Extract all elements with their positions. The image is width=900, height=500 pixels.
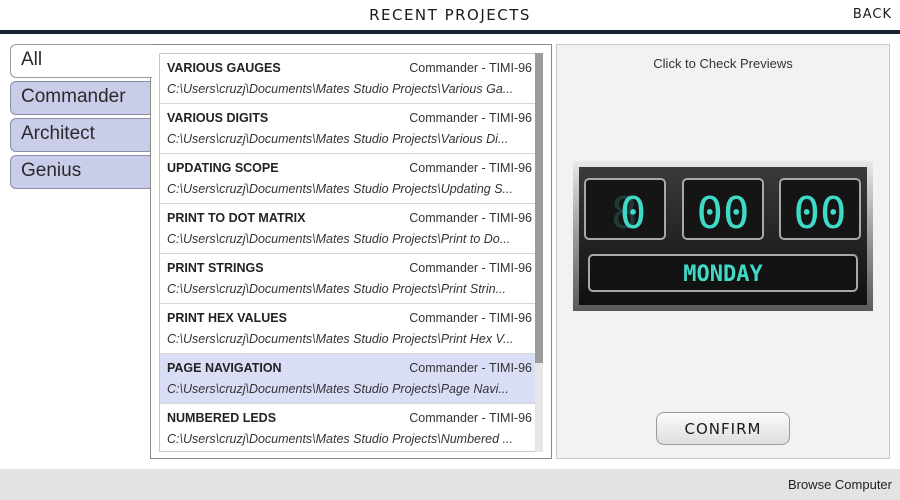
page-title: RECENT PROJECTS <box>369 6 531 24</box>
project-row[interactable]: UPDATING SCOPE Commander - TIMI-96 C:\Us… <box>160 154 539 204</box>
confirm-button[interactable]: CONFIRM <box>656 412 790 445</box>
project-row[interactable]: PRINT TO DOT MATRIX Commander - TIMI-96 … <box>160 204 539 254</box>
project-path: C:\Users\cruzj\Documents\Mates Studio Pr… <box>167 232 511 246</box>
project-device: Commander - TIMI-96 <box>409 111 532 125</box>
project-path: C:\Users\cruzj\Documents\Mates Studio Pr… <box>167 282 506 296</box>
project-row[interactable]: VARIOUS DIGITS Commander - TIMI-96 C:\Us… <box>160 104 539 154</box>
project-path: C:\Users\cruzj\Documents\Mates Studio Pr… <box>167 82 514 96</box>
project-row[interactable]: NUMBERED LEDS Commander - TIMI-96 C:\Use… <box>160 404 539 451</box>
header-divider <box>0 30 900 34</box>
minutes-digits: 00 <box>697 188 750 239</box>
project-row[interactable]: PRINT STRINGS Commander - TIMI-96 C:\Use… <box>160 254 539 304</box>
list-scrollbar[interactable] <box>535 53 543 452</box>
project-path: C:\Users\cruzj\Documents\Mates Studio Pr… <box>167 432 513 446</box>
project-name: VARIOUS DIGITS <box>167 111 269 125</box>
project-path: C:\Users\cruzj\Documents\Mates Studio Pr… <box>167 132 509 146</box>
project-row[interactable]: VARIOUS GAUGES Commander - TIMI-96 C:\Us… <box>160 54 539 104</box>
preview-panel: Click to Check Previews 8 0 00 00 MONDAY… <box>556 44 890 459</box>
project-list-panel: VARIOUS GAUGES Commander - TIMI-96 C:\Us… <box>150 44 552 459</box>
project-name: UPDATING SCOPE <box>167 161 279 175</box>
tab-all[interactable]: All <box>10 44 152 78</box>
project-device: Commander - TIMI-96 <box>409 61 532 75</box>
project-name: PRINT STRINGS <box>167 261 264 275</box>
project-row-selected[interactable]: PAGE NAVIGATION Commander - TIMI-96 C:\U… <box>160 354 539 404</box>
project-name: NUMBERED LEDS <box>167 411 277 425</box>
filter-tabs: All Commander Architect Genius <box>10 44 152 192</box>
project-device: Commander - TIMI-96 <box>409 411 532 425</box>
project-device: Commander - TIMI-96 <box>409 361 532 375</box>
seconds-digits: 00 <box>794 188 847 239</box>
browse-computer-link[interactable]: Browse Computer <box>788 477 892 492</box>
hours-digit: 0 <box>620 188 647 239</box>
project-name: PRINT TO DOT MATRIX <box>167 211 306 225</box>
project-path: C:\Users\cruzj\Documents\Mates Studio Pr… <box>167 182 513 196</box>
project-list: VARIOUS GAUGES Commander - TIMI-96 C:\Us… <box>159 53 540 452</box>
project-device: Commander - TIMI-96 <box>409 211 532 225</box>
project-device: Commander - TIMI-96 <box>409 161 532 175</box>
day-label: MONDAY <box>683 262 763 287</box>
back-button[interactable]: BACK <box>853 7 892 22</box>
preview-hint: Click to Check Previews <box>653 56 793 71</box>
project-device: Commander - TIMI-96 <box>409 261 532 275</box>
project-name: PAGE NAVIGATION <box>167 361 282 375</box>
project-name: VARIOUS GAUGES <box>167 61 281 75</box>
project-path: C:\Users\cruzj\Documents\Mates Studio Pr… <box>167 382 509 396</box>
project-row[interactable]: PRINT HEX VALUES Commander - TIMI-96 C:\… <box>160 304 539 354</box>
footer: Browse Computer <box>0 469 900 500</box>
tab-architect[interactable]: Architect <box>10 118 152 152</box>
project-preview-image[interactable]: 8 0 00 00 MONDAY <box>573 161 873 311</box>
tab-genius[interactable]: Genius <box>10 155 152 189</box>
project-device: Commander - TIMI-96 <box>409 311 532 325</box>
header: RECENT PROJECTS BACK <box>0 0 900 34</box>
project-path: C:\Users\cruzj\Documents\Mates Studio Pr… <box>167 332 514 346</box>
project-name: PRINT HEX VALUES <box>167 311 287 325</box>
tab-commander[interactable]: Commander <box>10 81 152 115</box>
scrollbar-thumb[interactable] <box>535 53 543 363</box>
